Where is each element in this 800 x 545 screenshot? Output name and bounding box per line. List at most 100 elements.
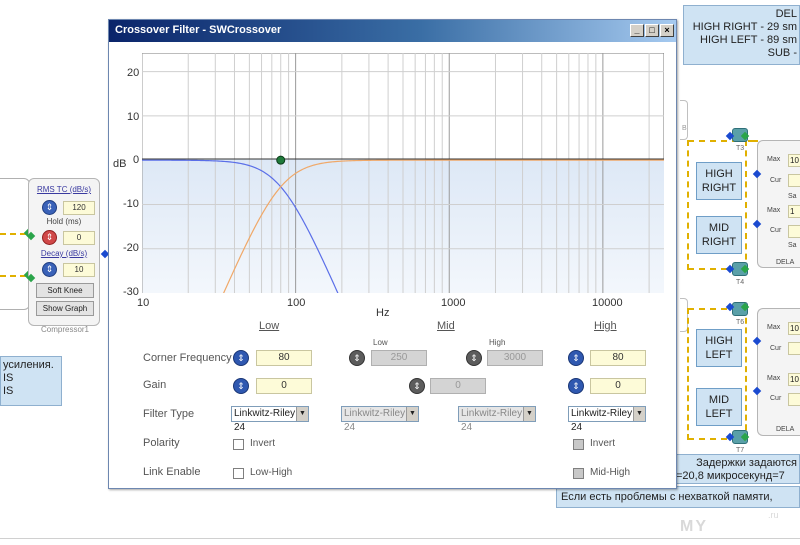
node-label-t4: T4: [736, 279, 745, 286]
x-tick: 10000: [592, 297, 623, 309]
chevron-down-icon[interactable]: ▼: [633, 407, 645, 421]
decay-label: Decay (dB/s): [40, 249, 88, 258]
cur-label: Cur: [770, 177, 782, 184]
maximize-button[interactable]: □: [645, 24, 659, 37]
wire: [745, 308, 747, 440]
crossover-filter-window[interactable]: Crossover Filter - SWCrossover _ □ × dB …: [108, 19, 677, 489]
low-freq-knob[interactable]: ⇕: [233, 350, 249, 366]
high-filter-type-select[interactable]: Linkwitz-Riley 24 ▼: [568, 406, 646, 433]
compressor-name: Compressor1: [40, 325, 89, 334]
high-gain-value[interactable]: 0: [590, 378, 646, 394]
row-label-link-enable: Link Enable: [143, 466, 201, 478]
channel-mid-left[interactable]: MID LEFT: [696, 388, 742, 426]
note-line: IS: [3, 372, 14, 384]
sa-label: Sa: [788, 242, 797, 249]
channel-label: MID: [708, 394, 730, 406]
y-unit-label: dB: [113, 158, 127, 170]
delay-comment-note: DEL HIGH RIGHT - 29 sm HIGH LEFT - 89 sm…: [683, 5, 800, 65]
channel-high-left[interactable]: HIGH LEFT: [696, 329, 742, 367]
cur-value[interactable]: [788, 174, 800, 187]
canvas-baseline: [0, 538, 800, 539]
y-tick: -20: [123, 242, 139, 254]
window-titlebar[interactable]: Crossover Filter - SWCrossover _ □ ×: [109, 20, 676, 42]
soft-knee-button[interactable]: Soft Knee: [36, 283, 94, 298]
x-tick: 100: [287, 297, 306, 309]
minimize-button[interactable]: _: [630, 24, 644, 37]
high-invert-label: Invert: [590, 438, 616, 449]
max-label: Max: [767, 324, 781, 331]
delay-label: DELA: [776, 259, 795, 266]
low-filter-type-select[interactable]: Linkwitz-Riley 24 ▼: [231, 406, 309, 433]
channel-mid-right[interactable]: MID RIGHT: [696, 216, 742, 254]
delay-panel-left[interactable]: Max 10 Cur Max 10 Cur DELA: [757, 308, 800, 436]
max-label: Max: [767, 375, 781, 382]
node-label-t3: T3: [736, 145, 745, 152]
channel-label: HIGH: [705, 335, 733, 347]
delay-label: DELA: [776, 426, 795, 433]
row-label-filter-type: Filter Type: [143, 408, 195, 420]
chevron-down-icon: ▼: [406, 407, 418, 421]
chevron-down-icon[interactable]: ▼: [296, 407, 308, 421]
frequency-response-graph[interactable]: [142, 53, 664, 293]
rms-tc-value[interactable]: 120: [63, 201, 95, 215]
high-invert-checkbox[interactable]: [573, 439, 584, 450]
mid-high-freq-value: 3000: [487, 350, 543, 366]
left-comment-note: усиления. IS IS: [0, 356, 62, 406]
low-invert-checkbox[interactable]: [233, 439, 244, 450]
hold-value[interactable]: 0: [63, 231, 95, 245]
crossover-point-handle[interactable]: [276, 155, 286, 165]
low-high-link-checkbox[interactable]: [233, 468, 244, 479]
compressor-block[interactable]: RMS TC (dB/s) ⇕ 120 Hold (ms) ⇕ 0 Decay …: [28, 178, 100, 326]
low-freq-value[interactable]: 80: [256, 350, 312, 366]
select-value: Linkwitz-Riley 24: [234, 408, 296, 433]
cur-value[interactable]: [788, 342, 800, 355]
high-gain-knob[interactable]: ⇕: [568, 378, 584, 394]
section-high-link[interactable]: High: [594, 320, 617, 332]
note-line: =20,8 микросекунд=7: [676, 470, 785, 482]
select-value: Linkwitz-Riley 24: [571, 408, 633, 433]
note-line: усиления.: [3, 359, 54, 371]
wire: [748, 140, 758, 142]
row-label-polarity: Polarity: [143, 437, 180, 449]
high-freq-value[interactable]: 80: [590, 350, 646, 366]
channel-label: MID: [708, 222, 730, 234]
max-value[interactable]: 10: [788, 373, 800, 386]
mid-high-filter-type-select: Linkwitz-Riley 24 ▼: [458, 406, 536, 433]
note-line: HIGH LEFT - 89 sm: [700, 34, 797, 46]
cur-value[interactable]: [788, 393, 800, 406]
max-value[interactable]: 10: [788, 322, 800, 335]
section-mid-link[interactable]: Mid: [437, 320, 455, 332]
note-line: DEL: [775, 8, 797, 20]
wire: [0, 233, 26, 235]
close-button[interactable]: ×: [660, 24, 674, 37]
cur-label: Cur: [770, 227, 782, 234]
decay-value[interactable]: 10: [63, 263, 95, 277]
hold-label: Hold (ms): [46, 217, 82, 226]
low-gain-value[interactable]: 0: [256, 378, 312, 394]
max-value[interactable]: 1: [788, 205, 800, 218]
hold-knob[interactable]: ⇕: [42, 230, 57, 245]
watermark: MY: [680, 518, 708, 535]
decay-knob[interactable]: ⇕: [42, 262, 57, 277]
y-tick: 0: [133, 154, 140, 166]
y-tick: 20: [127, 67, 140, 79]
max-value[interactable]: 10: [788, 154, 800, 167]
show-graph-button[interactable]: Show Graph: [36, 301, 94, 316]
y-tick: 10: [127, 111, 140, 123]
y-tick: -10: [123, 198, 139, 210]
max-label: Max: [767, 207, 781, 214]
chevron-down-icon: ▼: [523, 407, 535, 421]
mid-high-link-checkbox[interactable]: [573, 468, 584, 479]
high-freq-knob[interactable]: ⇕: [568, 350, 584, 366]
delay-panel-right[interactable]: Max 10 Cur Sa Max 1 Cur Sa DELA: [757, 140, 800, 268]
note-line: SUB -: [767, 47, 797, 59]
section-low-link[interactable]: Low: [259, 320, 279, 332]
row-label-gain: Gain: [143, 379, 167, 391]
channel-high-right[interactable]: HIGH RIGHT: [696, 162, 742, 200]
rms-tc-knob[interactable]: ⇕: [42, 200, 57, 215]
x-tick: 1000: [441, 297, 466, 309]
low-gain-knob[interactable]: ⇕: [233, 378, 249, 394]
cur-value[interactable]: [788, 225, 800, 238]
wire: [688, 140, 738, 142]
rms-tc-label: RMS TC (dB/s): [36, 185, 92, 194]
